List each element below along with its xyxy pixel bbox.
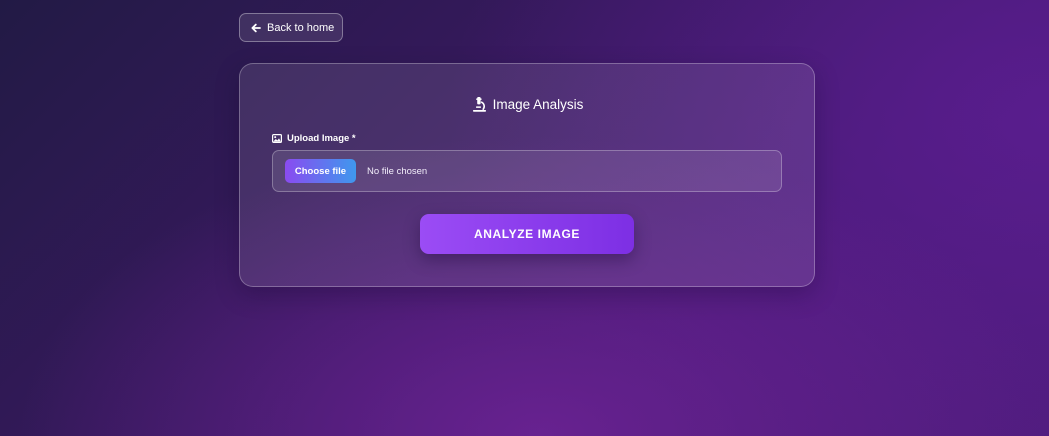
upload-image-label: Upload Image *: [272, 133, 356, 144]
arrow-left-icon: [251, 23, 261, 33]
back-to-home-button[interactable]: Back to home: [239, 13, 343, 42]
image-analysis-card: Image Analysis Upload Image * Choose fil…: [239, 63, 815, 287]
microscope-icon: [471, 96, 488, 113]
upload-image-label-text: Upload Image *: [287, 133, 356, 144]
card-title: Image Analysis: [240, 96, 814, 113]
image-icon: [272, 134, 282, 143]
choose-file-button[interactable]: Choose file: [285, 159, 356, 183]
card-title-text: Image Analysis: [492, 97, 584, 112]
file-upload-input[interactable]: Choose file No file chosen: [272, 150, 782, 192]
file-status-text: No file chosen: [367, 165, 428, 177]
analyze-image-button[interactable]: ANALYZE IMAGE: [420, 214, 634, 254]
back-to-home-label: Back to home: [267, 21, 335, 34]
